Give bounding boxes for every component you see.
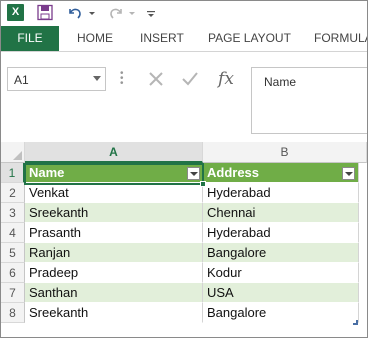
undo-icon[interactable] [67, 4, 83, 21]
row-header[interactable]: 8 [1, 303, 25, 323]
table-header-cell[interactable]: Address [203, 163, 359, 183]
table-cell[interactable]: Bangalore [203, 243, 359, 263]
ribbon-tabs: FILE HOME INSERT PAGE LAYOUT FORMULA [1, 26, 367, 52]
drag-handle-icon[interactable]: • • • [120, 69, 124, 89]
table-cell[interactable]: Bangalore [203, 303, 359, 323]
table-cell[interactable]: Hyderabad [203, 183, 359, 203]
row-header[interactable]: 1 [1, 163, 25, 183]
select-all-button[interactable] [1, 142, 25, 163]
table-cell[interactable]: Kodur [203, 263, 359, 283]
column-header-a[interactable]: A [25, 142, 203, 163]
worksheet-grid[interactable]: A B 1 2 3 4 5 6 7 8 Name Address Venkat … [1, 142, 367, 337]
table-cell[interactable]: Chennai [203, 203, 359, 223]
tab-formulas[interactable]: FORMULA [314, 26, 367, 51]
redo-icon[interactable] [108, 4, 124, 21]
table-cell[interactable]: Prasanth [25, 223, 203, 243]
tab-home[interactable]: HOME [77, 26, 113, 51]
redo-dropdown-icon[interactable] [128, 4, 136, 21]
table-cell[interactable]: Venkat [25, 183, 203, 203]
table-header-cell[interactable]: Name [25, 163, 203, 183]
filter-dropdown-icon[interactable] [187, 167, 200, 180]
formula-buttons: fx [138, 67, 248, 91]
customize-toolbar-icon[interactable] [146, 4, 156, 21]
table-resize-handle[interactable] [353, 320, 358, 325]
undo-dropdown-icon[interactable] [88, 4, 96, 21]
save-icon[interactable] [37, 4, 53, 21]
insert-function-button[interactable]: fx [216, 69, 236, 89]
table-cell[interactable]: Hyderabad [203, 223, 359, 243]
row-header[interactable]: 4 [1, 223, 25, 243]
column-header-b[interactable]: B [203, 142, 367, 163]
table-cell[interactable]: Sreekanth [25, 203, 203, 223]
quick-access-toolbar: X [1, 1, 367, 25]
name-box[interactable]: A1 [7, 67, 106, 91]
excel-icon[interactable]: X [7, 4, 24, 21]
row-header[interactable]: 6 [1, 263, 25, 283]
tab-insert[interactable]: INSERT [140, 26, 184, 51]
excel-window: X FILE HOME INSERT PAGE LAYOUT FORMULA A… [0, 0, 368, 338]
formula-input-value: Name [264, 75, 297, 89]
formula-input[interactable]: Name [251, 67, 367, 134]
formula-bar: A1 • • • fx Name [1, 53, 367, 141]
row-header[interactable]: 7 [1, 283, 25, 303]
enter-check-icon[interactable] [180, 69, 200, 89]
table-cell[interactable]: Pradeep [25, 263, 203, 283]
filter-dropdown-icon[interactable] [342, 167, 355, 180]
tab-file[interactable]: FILE [1, 26, 59, 51]
tab-page-layout[interactable]: PAGE LAYOUT [208, 26, 291, 51]
row-header[interactable]: 3 [1, 203, 25, 223]
chevron-down-icon[interactable] [93, 76, 101, 81]
row-header[interactable]: 2 [1, 183, 25, 203]
table-cell[interactable]: Ranjan [25, 243, 203, 263]
cancel-icon[interactable] [146, 69, 166, 89]
table-cell[interactable]: Santhan [25, 283, 203, 303]
row-header[interactable]: 5 [1, 243, 25, 263]
table-cell[interactable]: Sreekanth [25, 303, 203, 323]
table-cell[interactable]: USA [203, 283, 359, 303]
name-box-value: A1 [14, 73, 29, 87]
